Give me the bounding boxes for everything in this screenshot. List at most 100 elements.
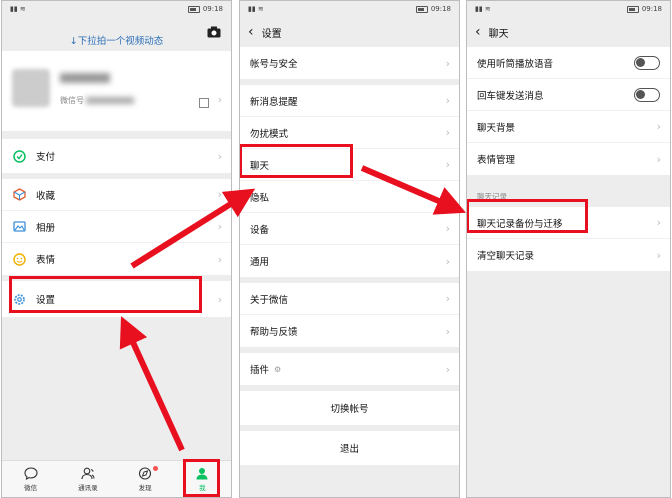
pay-group: 支付 › [2, 139, 231, 173]
nav-header: ‹ 设置 [240, 17, 459, 47]
chevron-right-icon: › [445, 126, 450, 139]
tab-label: 微信 [24, 483, 38, 492]
chevron-right-icon: › [656, 216, 661, 229]
toggle-label: 使用听筒播放语音 [477, 58, 554, 70]
toggle-row-enter-send: 回车键发送消息 [467, 79, 670, 111]
earpiece-toggle[interactable] [634, 55, 660, 70]
signal-icon: ▮▮ ≋ [475, 5, 491, 13]
settings-item-devices[interactable]: 设备 › [240, 213, 459, 245]
album-icon [12, 220, 26, 234]
signal-icon: ▮▮ ≋ [248, 5, 264, 13]
nickname-blurred [60, 73, 110, 83]
tab-chats[interactable]: 微信 [2, 461, 59, 497]
settings-item-account-security[interactable]: 帐号与安全 › [240, 47, 459, 79]
chevron-right-icon: › [445, 362, 450, 376]
settings-item-label: 勿扰模式 [250, 128, 289, 140]
chevron-right-icon: › [656, 248, 661, 262]
tab-contacts[interactable]: 通讯录 [59, 461, 116, 497]
settings-item-help-feedback[interactable]: 帮助与反馈 › [240, 315, 459, 347]
chevron-right-icon: › [217, 93, 222, 106]
chevron-right-icon: › [445, 158, 450, 171]
chevron-right-icon: › [656, 120, 661, 133]
menu-item-album[interactable]: 相册 › [2, 211, 231, 243]
settings-item-label: 帮助与反馈 [250, 327, 298, 338]
page-title: 设置 [261, 28, 282, 40]
chevron-right-icon: › [445, 222, 450, 235]
contacts-icon [81, 467, 95, 479]
settings-item-label: 通用 [250, 257, 270, 268]
settings-item-label: 隐私 [250, 192, 270, 204]
wechat-id-label: 微信号 [60, 96, 84, 105]
chevron-right-icon: › [445, 292, 450, 305]
toggle-label: 回车键发送消息 [477, 90, 544, 102]
highlight-backup-migrate [467, 199, 588, 233]
chat-item-sticker-management[interactable]: 表情管理 › [467, 143, 670, 175]
chevron-right-icon: › [445, 324, 450, 338]
status-time: 09:18 [430, 5, 451, 13]
chat-toggle-group: 使用听筒播放语音 回车键发送消息 聊天背景 › 表情管理 › [467, 47, 670, 175]
settings-item-general[interactable]: 通用 › [240, 245, 459, 277]
chat-item-background[interactable]: 聊天背景 › [467, 111, 670, 143]
settings-item-about[interactable]: 关于微信 › [240, 283, 459, 315]
chevron-right-icon: › [445, 94, 450, 107]
avatar [12, 69, 50, 107]
tab-label: 通讯录 [78, 483, 98, 492]
chevron-right-icon: › [217, 252, 222, 266]
chevron-right-icon: › [217, 149, 222, 163]
menu-item-favorites[interactable]: 收藏 › [2, 179, 231, 211]
chat-history-clear[interactable]: 清空聊天记录 › [467, 239, 670, 271]
battery-icon [187, 5, 200, 13]
chevron-right-icon: › [217, 220, 222, 233]
menu-item-label: 支付 [36, 152, 56, 163]
qr-code-icon[interactable] [199, 98, 209, 108]
nav-header: ‹ 聊天 [467, 17, 670, 47]
settings-item-plugins[interactable]: 插件 ⚙ › [240, 353, 459, 385]
back-arrow-icon[interactable]: ‹ [248, 25, 254, 39]
status-bar: ▮▮ ≋ 09:18 [240, 1, 459, 17]
settings-item-notifications[interactable]: 新消息提醒 › [240, 85, 459, 117]
settings-item-label: 设备 [250, 224, 270, 236]
chevron-right-icon: › [217, 188, 222, 201]
enter-send-toggle[interactable] [634, 87, 660, 102]
menu-item-pay[interactable]: 支付 › [2, 139, 231, 173]
page-title: 聊天 [488, 28, 509, 40]
menu-item-label: 收藏 [36, 190, 56, 202]
settings-item-privacy[interactable]: 隐私 › [240, 181, 459, 213]
back-arrow-icon[interactable]: ‹ [475, 25, 481, 39]
tab-discover[interactable]: 发现 [117, 461, 174, 497]
signal-icon: ▮▮ ≋ [10, 5, 26, 13]
settings-item-label: 关于微信 [250, 294, 289, 306]
chat-settings-screen: ▮▮ ≋ 09:18 ‹ 聊天 使用听筒播放语音 回车键发送消息 聊天背景 › 表… [466, 0, 671, 498]
chat-history-label: 清空聊天记录 [477, 251, 535, 262]
status-time: 09:18 [202, 5, 223, 13]
compass-icon [139, 466, 152, 480]
tab-label: 发现 [138, 483, 152, 492]
highlight-settings [9, 276, 202, 313]
status-bar: ▮▮ ≋ 09:18 [467, 1, 670, 17]
toggle-row-earpiece: 使用听筒播放语音 [467, 47, 670, 79]
profile-card[interactable]: 微信号 › [2, 51, 231, 131]
pulldown-hint[interactable]: ↓下拉拍一个视频动态 [2, 33, 231, 47]
chevron-right-icon: › [445, 190, 450, 203]
sticker-icon [12, 252, 26, 266]
wechat-id-blurred [86, 97, 134, 104]
plugin-gear-icon: ⚙ [274, 364, 282, 374]
chat-item-label: 表情管理 [477, 155, 516, 166]
chevron-right-icon: › [445, 254, 450, 268]
chat-bubble-icon [24, 466, 38, 480]
menu-item-stickers[interactable]: 表情 › [2, 243, 231, 275]
battery-icon [415, 5, 428, 13]
me-top-area: ↓下拉拍一个视频动态 [2, 17, 231, 49]
tools-group: 收藏 › 相册 › 表情 › [2, 179, 231, 275]
settings-screen: ▮▮ ≋ 09:18 ‹ 设置 帐号与安全 › 新消息提醒 › 勿扰模式 › 聊天 › … [239, 0, 460, 498]
me-screen: ▮▮ ≋ 09:18 ↓下拉拍一个视频动态 微信号 › 支付 › 收藏 › 相册 [1, 0, 232, 498]
settings-group-notifications: 新消息提醒 › 勿扰模式 › 聊天 › 隐私 › 设备 › 通用 › [240, 85, 459, 277]
settings-item-label: 插件 [250, 365, 270, 376]
chevron-right-icon: › [656, 152, 661, 166]
logout-button[interactable]: 退出 [240, 431, 459, 465]
highlight-tab-me [183, 459, 220, 497]
settings-item-label: 帐号与安全 [250, 59, 298, 70]
pay-icon [12, 149, 26, 163]
switch-account-button[interactable]: 切换帐号 [240, 391, 459, 425]
menu-item-label: 表情 [36, 255, 56, 266]
